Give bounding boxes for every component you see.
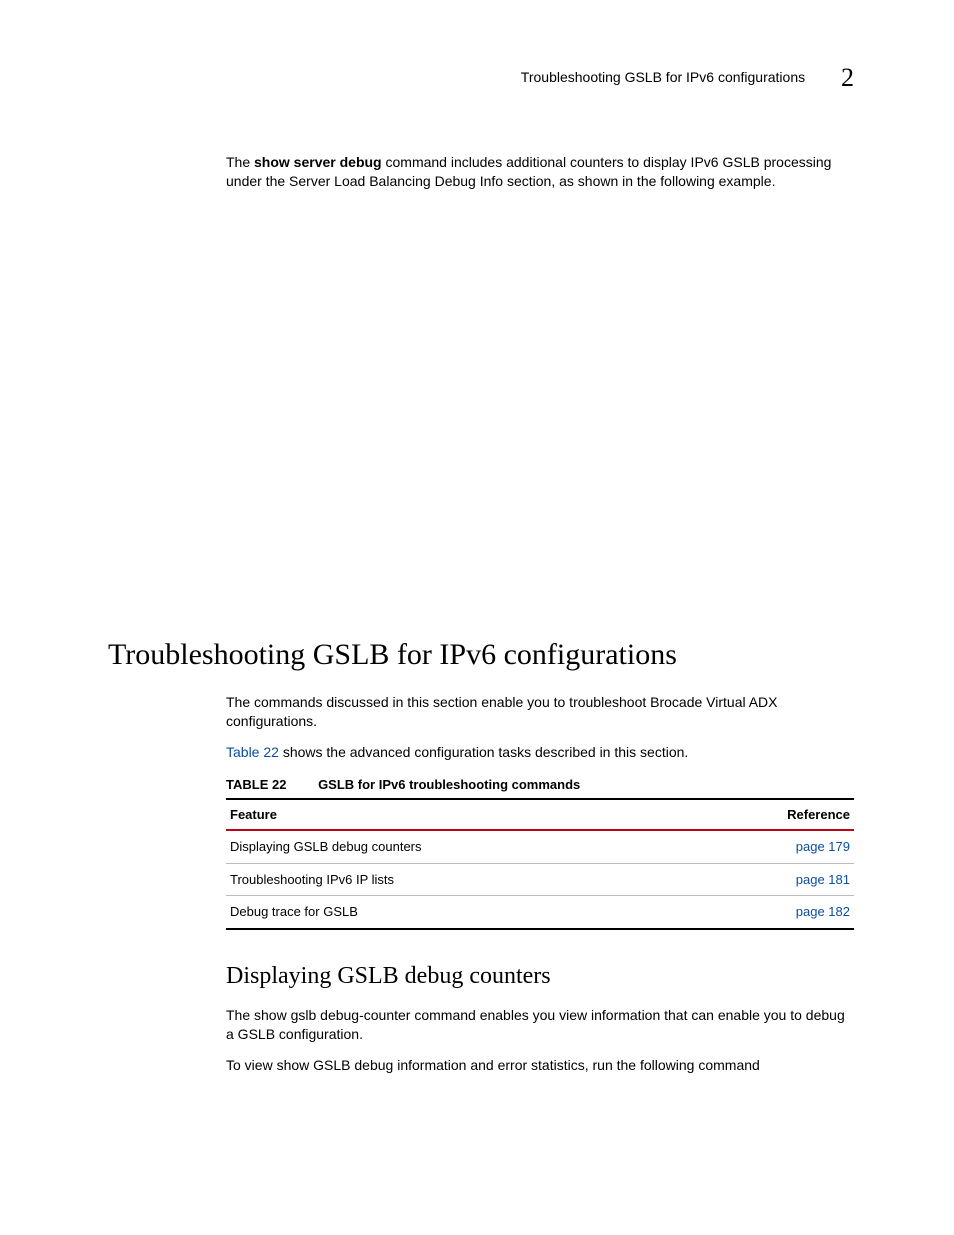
table-row: Displaying GSLB debug counters page 179 — [226, 830, 854, 863]
column-header-feature: Feature — [226, 799, 689, 831]
feature-cell: Displaying GSLB debug counters — [226, 830, 689, 863]
section-paragraph-2-rest: shows the advanced configuration tasks d… — [279, 744, 688, 760]
feature-cell: Debug trace for GSLB — [226, 896, 689, 929]
feature-cell: Troubleshooting IPv6 IP lists — [226, 863, 689, 896]
table-label: TABLE 22 — [226, 777, 286, 792]
reference-cell: page 179 — [689, 830, 854, 863]
page-link[interactable]: page 181 — [796, 872, 850, 887]
page-link[interactable]: page 182 — [796, 904, 850, 919]
table-cross-reference-link[interactable]: Table 22 — [226, 744, 279, 760]
subsection-heading-h2: Displaying GSLB debug counters — [226, 960, 854, 992]
table-row: Troubleshooting IPv6 IP lists page 181 — [226, 863, 854, 896]
page-link[interactable]: page 179 — [796, 839, 850, 854]
intro-paragraph: The show server debug command includes a… — [226, 153, 854, 191]
vertical-spacer — [108, 205, 854, 635]
intro-paragraph-block: The show server debug command includes a… — [226, 153, 854, 191]
command-name: show server debug — [254, 154, 382, 170]
chapter-number: 2 — [841, 60, 854, 95]
section-paragraph-1: The commands discussed in this section e… — [226, 693, 854, 731]
column-header-reference: Reference — [689, 799, 854, 831]
table-row: Debug trace for GSLB page 182 — [226, 896, 854, 929]
troubleshooting-commands-table: Feature Reference Displaying GSLB debug … — [226, 798, 854, 930]
section-body: The commands discussed in this section e… — [226, 693, 854, 1074]
table-header-row: Feature Reference — [226, 799, 854, 831]
subsection-paragraph-2: To view show GSLB debug information and … — [226, 1056, 854, 1075]
section-paragraph-2: Table 22 shows the advanced configuratio… — [226, 743, 854, 762]
command-name: show gslb debug-counter — [254, 1007, 410, 1023]
document-page: Troubleshooting GSLB for IPv6 configurat… — [0, 0, 954, 1235]
reference-cell: page 181 — [689, 863, 854, 896]
sub-p1-pre: The — [226, 1007, 254, 1023]
intro-text-pre: The — [226, 154, 254, 170]
reference-cell: page 182 — [689, 896, 854, 929]
subsection-paragraph-1: The show gslb debug-counter command enab… — [226, 1006, 854, 1044]
running-header: Troubleshooting GSLB for IPv6 configurat… — [108, 60, 854, 95]
table-title: GSLB for IPv6 troubleshooting commands — [318, 777, 580, 792]
table-caption: TABLE 22 GSLB for IPv6 troubleshooting c… — [226, 776, 854, 794]
section-heading-h1: Troubleshooting GSLB for IPv6 configurat… — [108, 635, 854, 676]
running-header-title: Troubleshooting GSLB for IPv6 configurat… — [521, 68, 805, 87]
